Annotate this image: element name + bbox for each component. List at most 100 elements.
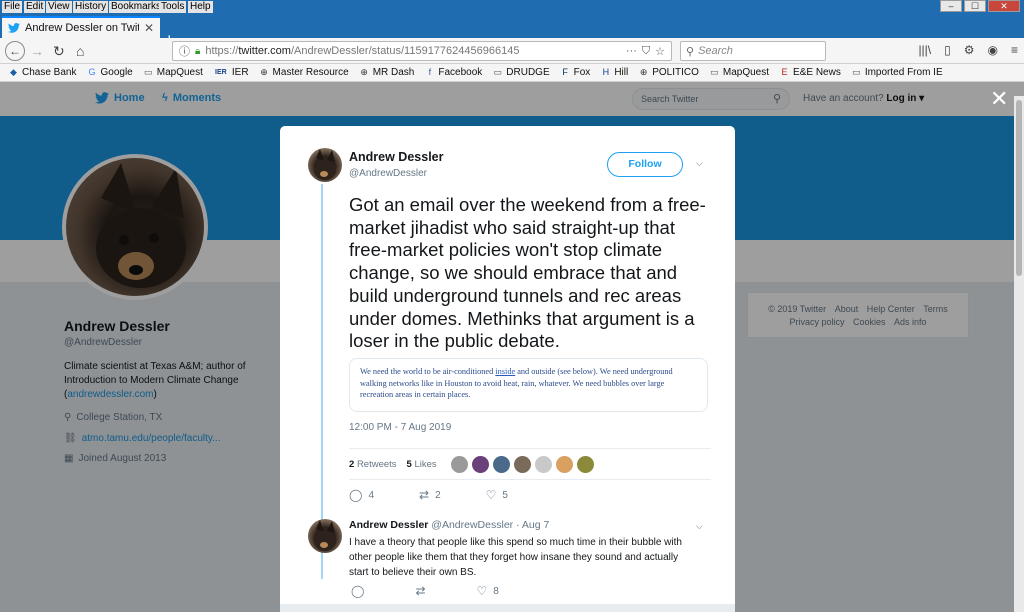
folder-icon: ▭ <box>710 67 719 77</box>
reply-button[interactable]: ◯ 4 <box>349 488 374 502</box>
lock-icon: 🔒︎ <box>195 45 201 57</box>
eenews-icon: E <box>781 67 788 77</box>
scrollbar[interactable] <box>1014 96 1024 612</box>
follow-button[interactable]: Follow <box>607 152 683 177</box>
library-icon[interactable]: |||\ <box>918 43 931 57</box>
sidebar-icon[interactable]: ▯ <box>944 43 951 57</box>
bookmark-11[interactable]: ▭ MapQuest <box>709 67 769 78</box>
menu-tools[interactable]: Tools <box>159 1 187 13</box>
menu-edit[interactable]: Edit <box>24 1 46 13</box>
likers-avatars <box>450 455 594 473</box>
retweet-button[interactable]: ⇄ <box>415 584 431 598</box>
close-modal-icon[interactable]: ✕ <box>990 88 1008 110</box>
bookmark-2[interactable]: ▭ MapQuest <box>143 67 203 78</box>
menu-view[interactable]: View <box>46 1 72 13</box>
home-button[interactable]: ⌂ <box>76 41 84 61</box>
liker-avatar[interactable] <box>555 455 573 473</box>
reply-header: Andrew Dessler @AndrewDessler · Aug 7 <box>349 519 549 531</box>
menu-bookmarks[interactable]: Bookmarks <box>109 1 164 13</box>
maximize-button[interactable]: ☐ <box>964 0 986 12</box>
bookmark-8[interactable]: F Fox <box>560 67 590 78</box>
bookmark-label: E&E News <box>793 67 841 78</box>
bookmark-10[interactable]: ⊕ POLITICO <box>638 67 699 78</box>
star-icon[interactable]: ☆ <box>655 45 665 58</box>
url-bar[interactable]: ⓘ 🔒︎ https://twitter.com/AndrewDessler/s… <box>172 41 672 61</box>
reply-author-avatar[interactable] <box>308 519 342 553</box>
scrollbar-thumb[interactable] <box>1016 100 1022 276</box>
extension-icon[interactable]: ⚙ <box>964 43 975 57</box>
tweet-timestamp[interactable]: 12:00 PM - 7 Aug 2019 <box>349 422 451 433</box>
account-icon[interactable]: ◉ <box>988 43 998 57</box>
menu-file[interactable]: File <box>2 1 23 13</box>
pocket-icon[interactable]: ⛉ <box>642 45 650 58</box>
minimize-button[interactable]: – <box>940 0 962 12</box>
info-icon[interactable]: ⓘ <box>179 43 190 59</box>
bookmark-0[interactable]: ◆ Chase Bank <box>8 67 76 78</box>
liker-avatar[interactable] <box>534 455 552 473</box>
bookmark-label: IER <box>231 67 249 78</box>
like-button[interactable]: ♡ 8 <box>477 584 499 598</box>
reply-button[interactable]: ◯ <box>351 584 370 598</box>
page-actions-icon[interactable]: ··· <box>626 45 637 57</box>
bookmark-label: Imported From IE <box>864 67 943 78</box>
reply-author-handle[interactable]: @AndrewDessler <box>431 519 513 531</box>
bookmark-label: DRUDGE <box>506 67 550 78</box>
chevron-down-icon[interactable]: ⌵ <box>696 521 703 532</box>
likes-stat[interactable]: 5 Likes <box>407 459 437 470</box>
liker-avatar[interactable] <box>450 455 468 473</box>
reply-author-name[interactable]: Andrew Dessler <box>349 519 428 531</box>
bookmark-6[interactable]: f Facebook <box>424 67 483 78</box>
bookmark-5[interactable]: ⊕ MR Dash <box>359 67 414 78</box>
globe-icon: ⊕ <box>260 67 268 77</box>
tweet-author-handle[interactable]: @AndrewDessler <box>349 168 427 179</box>
search-icon: ⚲ <box>686 45 695 58</box>
tweet-actions: ◯ 4 ⇄ 2 ♡ 5 <box>349 488 508 502</box>
tweet-author-avatar[interactable] <box>308 148 342 182</box>
heart-icon: ♡ <box>476 584 488 598</box>
tweet-stats: 2 Retweets 5 Likes <box>349 448 711 480</box>
bookmark-label: Facebook <box>438 67 483 78</box>
window-close-button[interactable]: ✕ <box>988 0 1020 12</box>
twitter-bird-icon <box>8 23 20 33</box>
chevron-down-icon[interactable]: ⌵ <box>696 158 703 169</box>
liker-avatar[interactable] <box>576 455 594 473</box>
liker-avatar[interactable] <box>492 455 510 473</box>
tab-twitter[interactable]: Andrew Dessler on Twitter: "Go ✕ <box>2 16 160 38</box>
retweet-icon: ⇄ <box>415 584 426 598</box>
browser-search-field[interactable]: ⚲ Search <box>680 41 826 61</box>
back-button[interactable]: ← <box>5 41 25 61</box>
folder-icon: ▭ <box>493 67 503 77</box>
liker-avatar[interactable] <box>513 455 531 473</box>
globe-icon: ⊕ <box>639 67 648 77</box>
tweet-text: Got an email over the weekend from a fre… <box>349 194 706 352</box>
search-placeholder: Search <box>698 45 733 57</box>
bookmark-12[interactable]: E E&E News <box>779 67 841 78</box>
bookmark-4[interactable]: ⊕ Master Resource <box>259 67 348 78</box>
reply-actions: ◯ ⇄ ♡ 8 <box>351 584 499 598</box>
globe-icon: ⊕ <box>360 67 368 77</box>
tab-close-icon[interactable]: ✕ <box>144 21 154 35</box>
google-icon: G <box>88 67 96 77</box>
hamburger-menu-icon[interactable]: ≡ <box>1011 43 1018 57</box>
navigation-bar: ← → ↻ ⌂ ⓘ 🔒︎ https://twitter.com/AndrewD… <box>0 38 1024 64</box>
menu-bar: File Edit View History Bookmarks Tools H… <box>0 0 1024 14</box>
liker-avatar[interactable] <box>471 455 489 473</box>
retweets-stat[interactable]: 2 Retweets <box>349 459 397 470</box>
reload-button[interactable]: ↻ <box>53 41 65 61</box>
quoted-image-card[interactable]: We need the world to be air-conditioned … <box>349 358 708 412</box>
menu-history[interactable]: History <box>73 1 109 13</box>
forward-button[interactable]: → <box>30 41 44 61</box>
bookmark-label: Google <box>100 67 133 78</box>
bookmark-3[interactable]: IER IER <box>213 67 249 78</box>
folder-icon: ▭ <box>143 67 153 77</box>
bookmark-7[interactable]: ▭ DRUDGE <box>492 67 550 78</box>
like-button[interactable]: ♡ 5 <box>486 488 508 502</box>
bookmark-9[interactable]: H Hill <box>600 67 629 78</box>
hill-icon: H <box>602 67 610 77</box>
retweet-button[interactable]: ⇄ 2 <box>419 488 441 502</box>
tweet-author-name[interactable]: Andrew Dessler <box>349 150 443 164</box>
menu-help[interactable]: Help <box>188 1 213 13</box>
bookmark-13[interactable]: ▭ Imported From IE <box>851 67 943 78</box>
reply-date[interactable]: · Aug 7 <box>516 519 549 531</box>
bookmark-1[interactable]: G Google <box>86 67 132 78</box>
